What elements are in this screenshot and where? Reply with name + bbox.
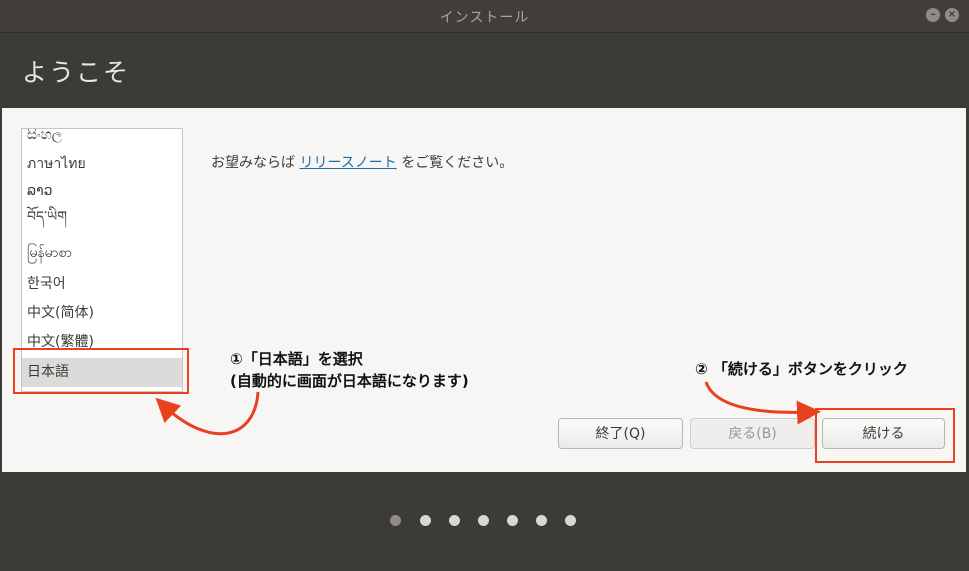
annotation-arrows (155, 381, 821, 436)
arrow-to-language (155, 391, 260, 436)
arrow-to-continue (704, 381, 821, 425)
